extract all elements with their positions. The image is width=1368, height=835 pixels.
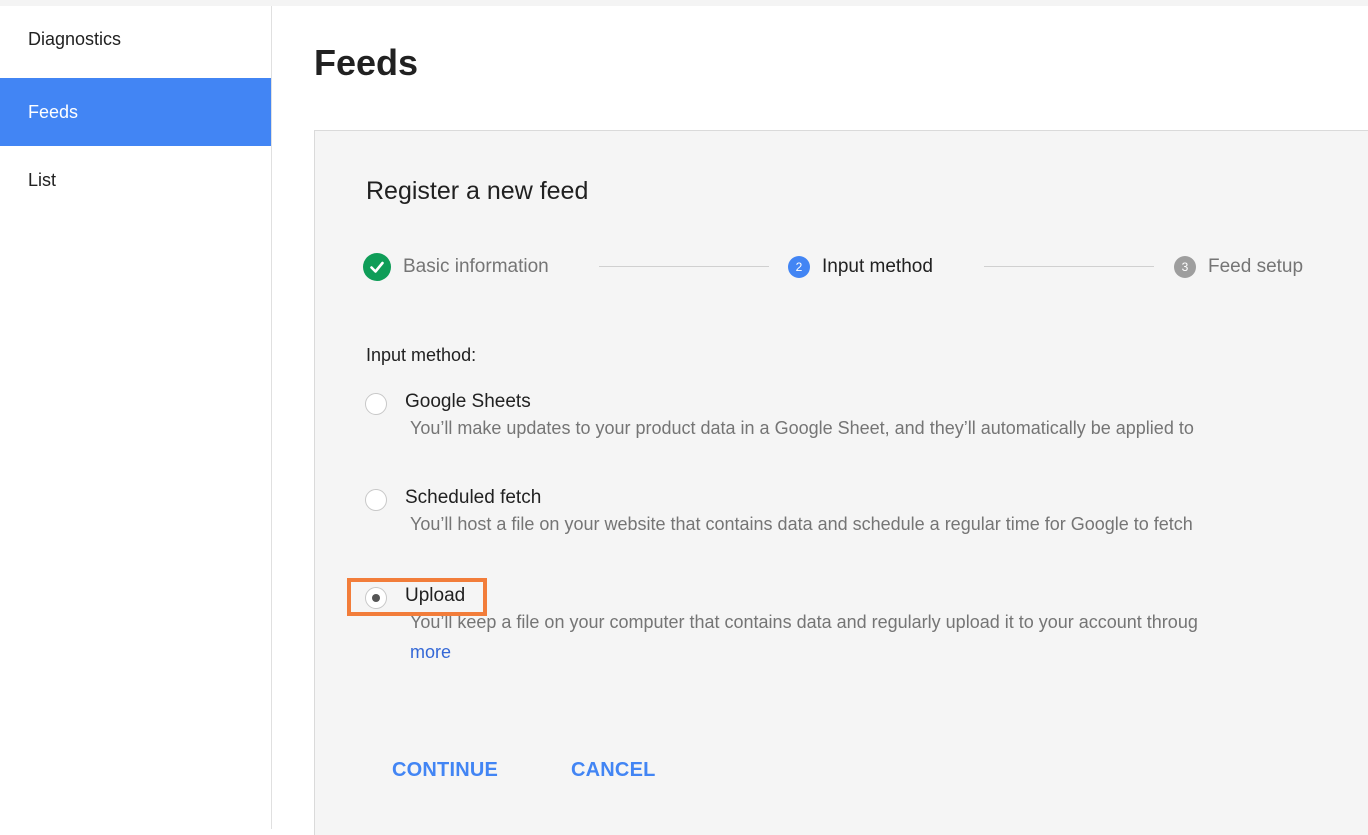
- radio-google-sheets[interactable]: [365, 393, 387, 415]
- step-connector: [599, 266, 769, 267]
- sidebar-item-feeds[interactable]: Feeds: [0, 78, 271, 146]
- option-description: You’ll make updates to your product data…: [410, 418, 1194, 438]
- step-number-badge: 3: [1174, 256, 1196, 278]
- step-label: Feed setup: [1208, 256, 1304, 277]
- page-title: Feeds: [314, 42, 419, 83]
- sidebar: Diagnostics Feeds List: [0, 6, 272, 829]
- step-input-method: 2 Input method: [788, 251, 933, 283]
- upload-highlight-box: [347, 578, 487, 616]
- register-feed-card: Register a new feed Basic information 2 …: [314, 130, 1368, 835]
- step-feed-setup: 3 Feed setup: [1174, 251, 1303, 283]
- check-icon: [363, 253, 391, 281]
- cancel-button[interactable]: CANCEL: [571, 759, 656, 782]
- sidebar-item-diagnostics[interactable]: Diagnostics: [0, 6, 271, 78]
- option-description: You’ll keep a file on your computer that…: [410, 612, 1198, 632]
- step-label: Basic information: [403, 256, 549, 277]
- step-number-badge: 2: [788, 256, 810, 278]
- step-connector: [984, 266, 1154, 267]
- step-label: Input method: [822, 256, 933, 277]
- input-method-label: Input method:: [366, 345, 477, 365]
- step-basic-information: Basic information: [363, 251, 549, 283]
- more-link[interactable]: more: [410, 642, 451, 663]
- card-title: Register a new feed: [366, 177, 589, 205]
- sidebar-item-list[interactable]: List: [0, 146, 271, 214]
- option-description: You’ll host a file on your website that …: [410, 514, 1193, 534]
- stepper: Basic information 2 Input method 3 Feed …: [363, 251, 1368, 283]
- option-title[interactable]: Scheduled fetch: [405, 487, 541, 509]
- option-title[interactable]: Google Sheets: [405, 391, 531, 413]
- main-content: Feeds Register a new feed Basic informat…: [272, 6, 1368, 835]
- radio-scheduled-fetch[interactable]: [365, 489, 387, 511]
- continue-button[interactable]: CONTINUE: [392, 759, 498, 782]
